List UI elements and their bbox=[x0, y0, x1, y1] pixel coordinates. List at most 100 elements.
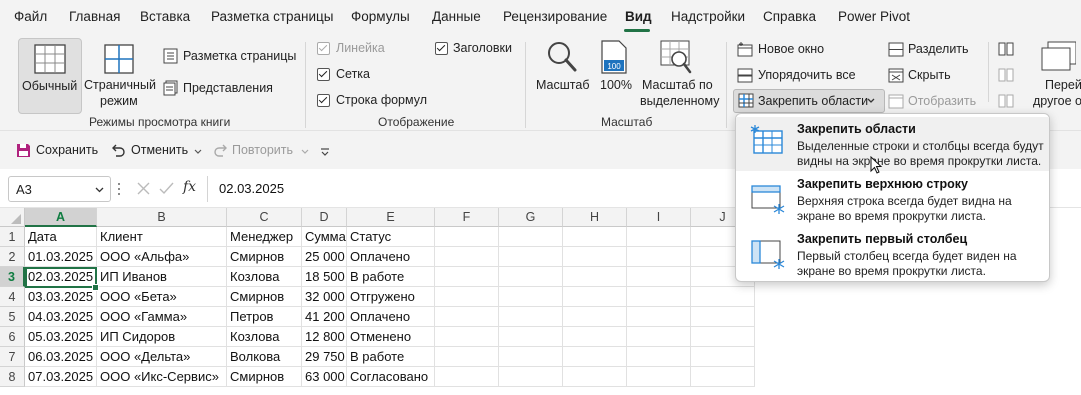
cell-e5[interactable]: Оплачено bbox=[347, 307, 435, 327]
tab-help[interactable]: Справка bbox=[763, 9, 816, 24]
column-header-i[interactable]: I bbox=[627, 208, 691, 227]
cell-j4[interactable] bbox=[691, 287, 755, 307]
select-all-button[interactable] bbox=[0, 208, 25, 227]
cell-c3[interactable]: Козлова bbox=[227, 267, 302, 287]
cell-a5[interactable]: 04.03.2025 bbox=[25, 307, 97, 327]
row-header-4[interactable]: 4 bbox=[0, 287, 25, 307]
cell-i1[interactable] bbox=[627, 227, 691, 247]
cell-d1[interactable]: Сумма bbox=[302, 227, 347, 247]
cell-e7[interactable]: В работе bbox=[347, 347, 435, 367]
normal-view-button[interactable]: Обычный bbox=[18, 38, 82, 114]
cell-j7[interactable] bbox=[691, 347, 755, 367]
cell-b1[interactable]: Клиент bbox=[97, 227, 227, 247]
cell-g8[interactable] bbox=[499, 367, 563, 387]
cell-j6[interactable] bbox=[691, 327, 755, 347]
cell-h5[interactable] bbox=[563, 307, 627, 327]
cell-h2[interactable] bbox=[563, 247, 627, 267]
column-header-a[interactable]: A bbox=[25, 208, 97, 227]
cell-b3[interactable]: ИП Иванов bbox=[97, 267, 227, 287]
cell-g1[interactable] bbox=[499, 227, 563, 247]
menu-item-freeze-top-row[interactable]: Закрепить верхнюю строку Верхняя строка … bbox=[736, 172, 1049, 226]
cell-h7[interactable] bbox=[563, 347, 627, 367]
cell-c2[interactable]: Смирнов bbox=[227, 247, 302, 267]
cell-i7[interactable] bbox=[627, 347, 691, 367]
ruler-checkbox[interactable]: Линейка bbox=[317, 41, 417, 57]
column-header-b[interactable]: B bbox=[97, 208, 227, 227]
cell-h6[interactable] bbox=[563, 327, 627, 347]
column-header-d[interactable]: D bbox=[302, 208, 347, 227]
row-header-1[interactable]: 1 bbox=[0, 227, 25, 247]
hide-button[interactable]: Скрыть bbox=[888, 66, 978, 86]
cell-i5[interactable] bbox=[627, 307, 691, 327]
cell-b6[interactable]: ИП Сидоров bbox=[97, 327, 227, 347]
cell-a2[interactable]: 01.03.2025 bbox=[25, 247, 97, 267]
cell-d2[interactable]: 25 000 bbox=[302, 247, 347, 267]
cell-e4[interactable]: Отгружено bbox=[347, 287, 435, 307]
cell-c1[interactable]: Менеджер bbox=[227, 227, 302, 247]
cell-d4[interactable]: 32 000 bbox=[302, 287, 347, 307]
page-break-view-button[interactable]: Страничный режим bbox=[83, 38, 157, 112]
tab-page-layout[interactable]: Разметка страницы bbox=[211, 9, 333, 24]
cell-g7[interactable] bbox=[499, 347, 563, 367]
freeze-panes-button[interactable]: Закрепить области bbox=[733, 89, 885, 113]
cell-f7[interactable] bbox=[435, 347, 499, 367]
page-layout-view-button[interactable]: Разметка страницы bbox=[163, 46, 303, 66]
tab-addins[interactable]: Надстройки bbox=[671, 9, 745, 24]
chevron-down-icon[interactable] bbox=[95, 187, 104, 193]
cell-a1[interactable]: Дата bbox=[25, 227, 97, 247]
switch-windows-button[interactable]: Перей другое о bbox=[1030, 38, 1081, 112]
cell-j5[interactable] bbox=[691, 307, 755, 327]
cell-h3[interactable] bbox=[563, 267, 627, 287]
row-header-3[interactable]: 3 bbox=[0, 267, 25, 287]
cell-i6[interactable] bbox=[627, 327, 691, 347]
cell-g3[interactable] bbox=[499, 267, 563, 287]
cell-h1[interactable] bbox=[563, 227, 627, 247]
row-header-2[interactable]: 2 bbox=[0, 247, 25, 267]
split-button[interactable]: Разделить bbox=[888, 40, 978, 60]
cell-e6[interactable]: Отменено bbox=[347, 327, 435, 347]
undo-button[interactable]: Отменить bbox=[110, 142, 205, 160]
cell-c7[interactable]: Волкова bbox=[227, 347, 302, 367]
cell-i8[interactable] bbox=[627, 367, 691, 387]
customize-toolbar-icon[interactable] bbox=[320, 148, 330, 156]
cell-d8[interactable]: 63 000 bbox=[302, 367, 347, 387]
cell-d7[interactable]: 29 750 bbox=[302, 347, 347, 367]
tab-insert[interactable]: Вставка bbox=[140, 9, 190, 24]
cell-a7[interactable]: 06.03.2025 bbox=[25, 347, 97, 367]
cell-i3[interactable] bbox=[627, 267, 691, 287]
cell-a6[interactable]: 05.03.2025 bbox=[25, 327, 97, 347]
confirm-entry-icon[interactable] bbox=[159, 182, 174, 195]
gridlines-checkbox[interactable]: Сетка bbox=[317, 67, 417, 83]
cell-d5[interactable]: 41 200 bbox=[302, 307, 347, 327]
fill-handle[interactable] bbox=[92, 284, 99, 291]
tab-formulas[interactable]: Формулы bbox=[351, 9, 410, 24]
column-header-h[interactable]: H bbox=[563, 208, 627, 227]
cell-b8[interactable]: ООО «Икс-Сервис» bbox=[97, 367, 227, 387]
chevron-down-icon[interactable] bbox=[194, 149, 202, 155]
menu-item-freeze-first-column[interactable]: Закрепить первый столбец Первый столбец … bbox=[736, 227, 1049, 281]
column-header-g[interactable]: G bbox=[499, 208, 563, 227]
view-side-by-side-icon[interactable] bbox=[998, 42, 1014, 56]
cancel-entry-icon[interactable] bbox=[137, 182, 150, 195]
cell-c6[interactable]: Козлова bbox=[227, 327, 302, 347]
cell-e3[interactable]: В работе bbox=[347, 267, 435, 287]
cell-i4[interactable] bbox=[627, 287, 691, 307]
tab-file[interactable]: Файл bbox=[14, 9, 47, 24]
column-header-c[interactable]: C bbox=[227, 208, 302, 227]
row-header-7[interactable]: 7 bbox=[0, 347, 25, 367]
row-header-6[interactable]: 6 bbox=[0, 327, 25, 347]
cell-b7[interactable]: ООО «Дельта» bbox=[97, 347, 227, 367]
cell-a4[interactable]: 03.03.2025 bbox=[25, 287, 97, 307]
cell-f3[interactable] bbox=[435, 267, 499, 287]
cell-h4[interactable] bbox=[563, 287, 627, 307]
cell-f8[interactable] bbox=[435, 367, 499, 387]
menu-item-freeze-panes[interactable]: Закрепить области Выделенные строки и ст… bbox=[736, 117, 1049, 171]
cell-c5[interactable]: Петров bbox=[227, 307, 302, 327]
zoom-to-selection-button[interactable]: Масштаб по выделенному bbox=[640, 38, 720, 112]
formula-input[interactable]: 02.03.2025 bbox=[219, 181, 284, 196]
grip-icon[interactable] bbox=[117, 182, 121, 196]
cell-f4[interactable] bbox=[435, 287, 499, 307]
cell-j8[interactable] bbox=[691, 367, 755, 387]
cell-f6[interactable] bbox=[435, 327, 499, 347]
tab-view[interactable]: Вид bbox=[625, 9, 652, 24]
